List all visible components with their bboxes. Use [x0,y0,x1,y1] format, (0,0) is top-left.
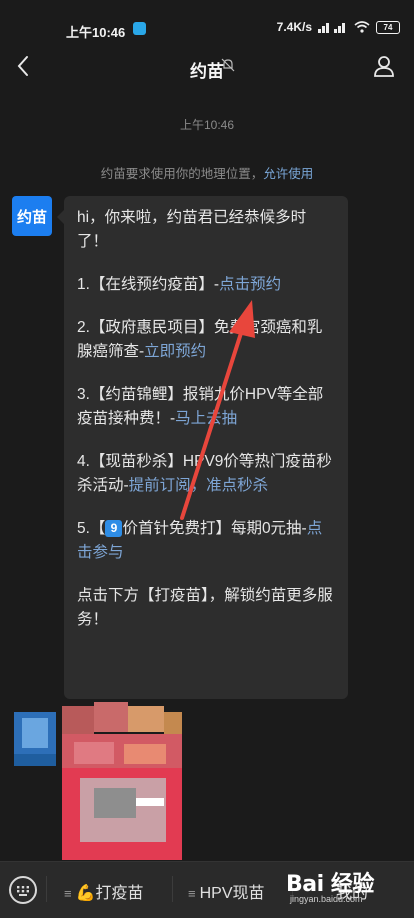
number-nine-icon: 9 [105,520,123,537]
app-notification-icon [133,22,146,35]
divider [46,876,47,902]
battery-icon: 74 [376,20,400,34]
bottom-menu-bar: ≡ 💪打疫苗 ≡ HPV现苗 我的 Bai 经验 jingyan.baidu.com [0,861,414,918]
page-title: 约苗 [190,62,224,81]
menu-get-vaccine-label: 打疫苗 [95,885,144,902]
watermark-url: jingyan.baidu.com [290,894,363,904]
greeting-text: hi，你来啦，约苗君已经恭候多时了！ [77,209,307,250]
screening-book-link[interactable]: 立即预约 [144,343,206,360]
menu-hpv-vaccine-label: HPV现苗 [199,885,265,902]
item1-text: 1.【在线预约疫苗】- [77,276,220,293]
message-timestamp: 上午10:46 [179,118,235,132]
status-indicators: 7.4K/s 74 [277,20,400,34]
network-speed: 7.4K/s [276,20,312,34]
baidu-jingyan-watermark: Bai 经验 jingyan.baidu.com [286,864,404,912]
pixelated-image [14,702,182,860]
list-item: 2.【政府惠民项目】免费宫颈癌和乳腺癌筛查-立即预约 [77,316,336,364]
avatar-label: 约苗 [16,208,47,226]
footer-text: 点击下方【打疫苗】，解锁约苗更多服务！ [77,587,333,628]
menu-list-icon: ≡ [64,886,72,901]
divider [172,876,173,902]
cellular-signal-icon [318,23,345,33]
status-time: 上午10:46 [66,25,126,40]
list-item: 3.【约苗锦鲤】报销九价HPV等全部疫苗接种费！-马上去抽 [77,383,336,431]
location-permission-text: 约苗要求使用你的地理位置， [100,167,264,181]
lottery-link[interactable]: 马上去抽 [175,410,237,427]
book-vaccine-link[interactable]: 点击预约 [219,276,281,293]
list-item: 5.【 9 价首针免费打】每期0元抽-点击参与 [77,517,336,565]
wifi-icon [354,21,370,33]
status-bar: 上午10:46 7.4K/s 74 [0,0,414,44]
bubble-tail [57,210,64,224]
message-bubble: hi，你来啦，约苗君已经恭候多时了！ 1.【在线预约疫苗】-点击预约 2.【政府… [64,196,348,699]
menu-get-vaccine[interactable]: ≡ 💪打疫苗 [64,879,144,903]
menu-list-icon: ≡ [188,886,196,901]
mute-bell-icon [221,58,235,72]
list-item: 4.【现苗秒杀】HPV9价等热门疫苗秒杀活动-提前订阅，准点秒杀 [77,450,336,498]
menu-hpv-vaccine[interactable]: ≡ HPV现苗 [188,879,265,903]
chat-header: 约苗 [0,44,414,90]
item5-text: 价首针免费打】每期0元抽- [122,520,307,537]
flash-sale-link[interactable]: 提前订阅，准点秒杀 [129,477,269,494]
user-profile-icon[interactable] [372,54,396,78]
location-permission-notice: 约苗要求使用你的地理位置，允许使用 [0,163,414,182]
keyboard-icon[interactable] [9,876,37,904]
list-item: 1.【在线预约疫苗】-点击预约 [77,273,336,297]
item5-prefix: 5.【 [77,520,106,537]
flexed-arm-icon: 💪 [75,885,96,902]
allow-location-link[interactable]: 允许使用 [263,167,313,181]
avatar[interactable]: 约苗 [12,196,52,236]
